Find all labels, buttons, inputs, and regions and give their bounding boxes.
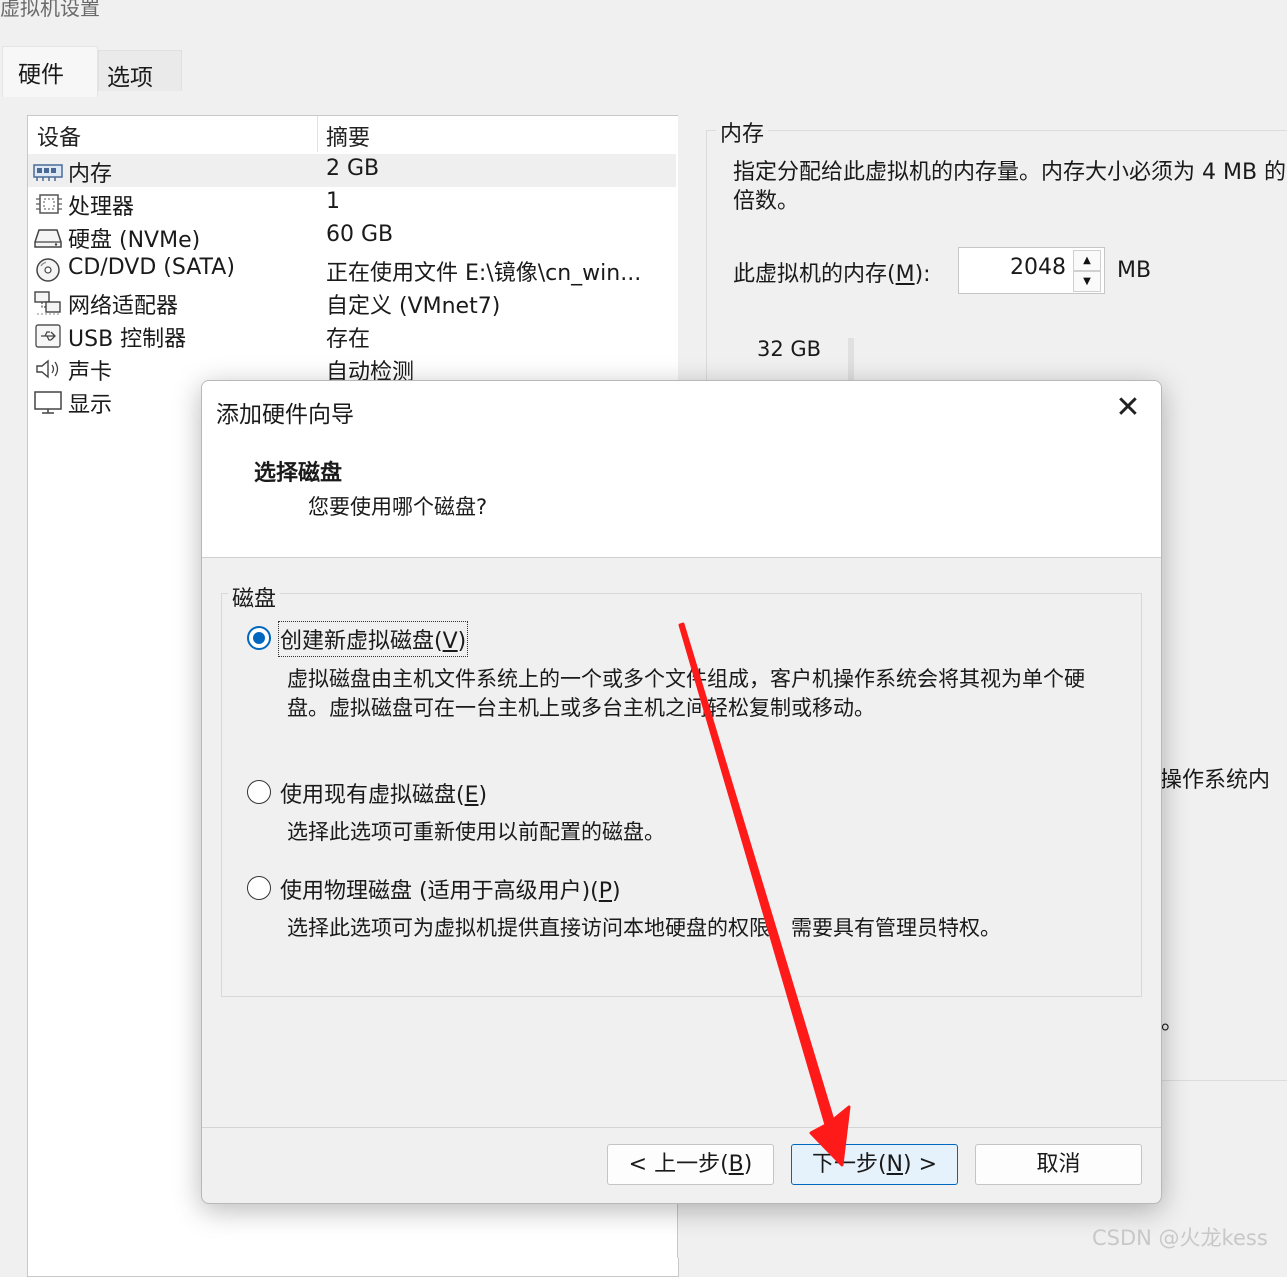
device-summary: 存在	[326, 327, 371, 352]
next-button[interactable]: 下一步(N) >	[791, 1144, 958, 1185]
device-summary: 60 GB	[326, 222, 394, 247]
column-separator[interactable]	[317, 116, 318, 152]
memory-icon	[33, 164, 63, 181]
add-hardware-wizard-dialog: 添加硬件向导 ✕ 选择磁盘 您要使用哪个磁盘? 磁盘 创建新虚拟磁盘(V) 虚拟…	[201, 380, 1162, 1204]
dialog-header: 添加硬件向导 ✕ 选择磁盘 您要使用哪个磁盘?	[202, 381, 1161, 558]
device-row-usb[interactable]: USB 控制器 存在	[28, 319, 676, 352]
memory-description: 指定分配给此虚拟机的内存量。内存大小必须为 4 MB 的倍数。	[733, 160, 1287, 214]
cancel-button[interactable]: 取消	[975, 1144, 1142, 1185]
option-use-physical-disk-description: 选择此选项可为虚拟机提供直接访问本地硬盘的权限。需要具有管理员特权。	[287, 916, 1001, 940]
cd-dvd-icon	[36, 258, 60, 282]
dialog-title: 添加硬件向导	[216, 402, 354, 428]
device-name: USB 控制器	[68, 327, 187, 352]
network-adapter-icon	[34, 291, 61, 315]
usb-icon	[35, 324, 61, 348]
option-create-new-disk-label[interactable]: 创建新虚拟磁盘(V)	[277, 621, 469, 657]
tab-options-label: 选项	[107, 65, 153, 91]
tab-options[interactable]: 选项	[98, 50, 182, 91]
option-use-existing-disk-description: 选择此选项可重新使用以前配置的磁盘。	[287, 820, 665, 844]
memory-field-label: 此虚拟机的内存(M):	[733, 262, 931, 287]
speaker-icon	[36, 359, 59, 379]
memory-slider-track[interactable]	[848, 338, 854, 383]
device-row-hard-disk[interactable]: 硬盘 (NVMe) 60 GB	[28, 220, 676, 253]
memory-group-title: 内存	[716, 116, 769, 148]
device-summary: 2 GB	[326, 156, 380, 181]
memory-scale-label: 32 GB	[757, 337, 822, 361]
wizard-step-subheading: 您要使用哪个磁盘?	[308, 495, 488, 519]
window-title: 虚拟机设置	[0, 0, 100, 20]
device-row-memory[interactable]: 内存 2 GB	[28, 154, 676, 187]
device-summary: 正在使用文件 E:\镜像\cn_win...	[326, 261, 642, 286]
spin-up-button[interactable]: ▲	[1073, 250, 1101, 271]
device-name: 处理器	[68, 195, 135, 220]
device-row-cd-dvd[interactable]: CD/DVD (SATA) 正在使用文件 E:\镜像\cn_win...	[28, 253, 676, 286]
device-name: 网络适配器	[68, 294, 179, 319]
wizard-step-heading: 选择磁盘	[254, 461, 343, 486]
divider	[1160, 1080, 1287, 1081]
disk-group-label: 磁盘	[228, 581, 281, 613]
hard-disk-icon	[34, 229, 62, 248]
radio-use-physical-disk[interactable]	[247, 876, 271, 900]
device-name: CD/DVD (SATA)	[68, 255, 235, 280]
memory-value[interactable]: 2048	[1010, 255, 1066, 280]
spin-down-button[interactable]: ▼	[1073, 271, 1101, 292]
close-icon[interactable]: ✕	[1110, 391, 1146, 427]
tab-hardware-label: 硬件	[18, 62, 64, 88]
device-name: 显示	[68, 393, 113, 418]
memory-note-fragment-end: 。	[1161, 1010, 1184, 1035]
device-summary: 自定义 (VMnet7)	[326, 294, 501, 319]
device-name: 声卡	[68, 360, 113, 385]
processor-icon	[36, 194, 62, 214]
radio-create-new-disk[interactable]	[247, 626, 271, 650]
memory-note-fragment: 操作系统内	[1160, 768, 1271, 793]
tab-strip	[0, 34, 1287, 92]
column-header-summary[interactable]: 摘要	[326, 120, 370, 152]
option-create-new-disk-description: 虚拟磁盘由主机文件系统上的一个或多个文件组成，客户机操作系统会将其视为单个硬盘。…	[287, 667, 1085, 720]
tab-hardware[interactable]: 硬件	[2, 46, 98, 97]
display-icon	[34, 391, 62, 414]
watermark: CSDN @火龙kess	[1092, 1226, 1268, 1250]
divider	[677, 1200, 678, 1258]
device-row-network-adapter[interactable]: 网络适配器 自定义 (VMnet7)	[28, 286, 676, 319]
back-button[interactable]: < 上一步(B)	[607, 1144, 774, 1185]
memory-unit: MB	[1117, 258, 1152, 283]
device-row-processor[interactable]: 处理器 1	[28, 187, 676, 220]
option-use-physical-disk-label[interactable]: 使用物理磁盘 (适用于高级用户)(P)	[280, 873, 621, 905]
footer-divider	[202, 1127, 1161, 1128]
option-use-existing-disk-label[interactable]: 使用现有虚拟磁盘(E)	[280, 777, 487, 809]
radio-use-existing-disk[interactable]	[247, 780, 271, 804]
device-name: 内存	[68, 162, 113, 187]
device-summary: 1	[326, 189, 340, 214]
device-name: 硬盘 (NVMe)	[68, 228, 201, 253]
column-header-device[interactable]: 设备	[37, 120, 81, 152]
memory-spinbox[interactable]: 2048 ▲ ▼	[958, 247, 1105, 294]
